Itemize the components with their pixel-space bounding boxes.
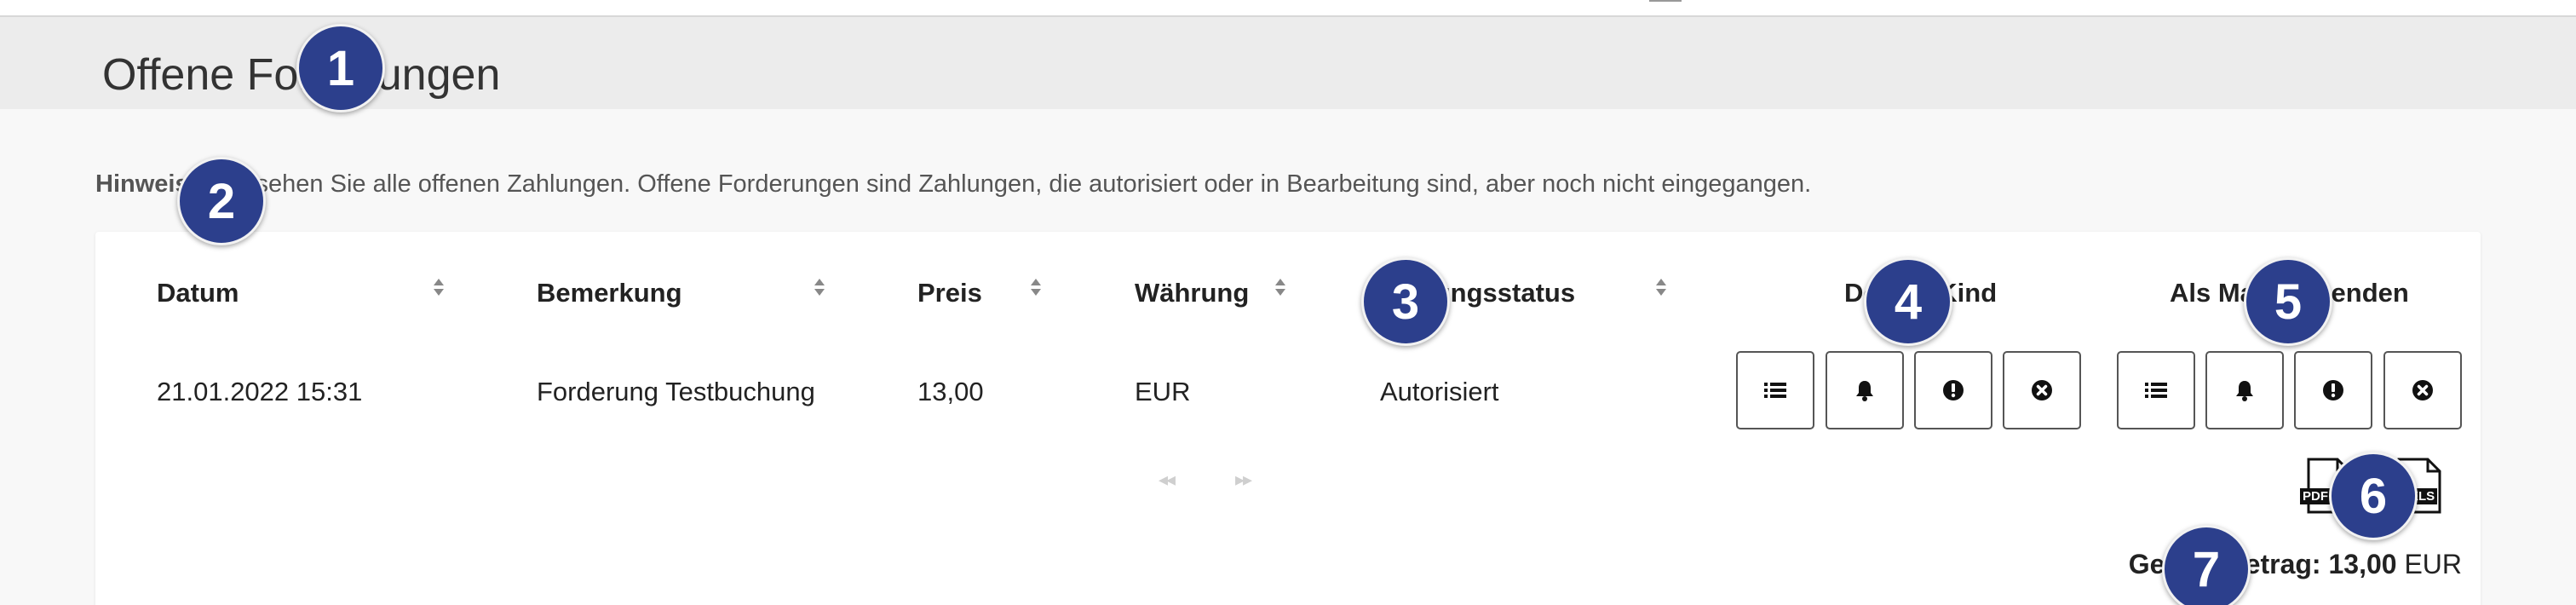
bell-icon — [2236, 381, 2253, 401]
info-notice: Hinweis: Hier sehen Sie alle offenen Zah… — [95, 170, 1811, 199]
annotation-marker-3: 3 — [1361, 257, 1450, 346]
exclamation-icon — [2323, 380, 2343, 400]
sort-icon[interactable] — [1274, 274, 1287, 302]
sort-icon[interactable] — [432, 274, 446, 302]
claims-table-card: Datum Bemerkung Preis Währung Zahlungsst… — [95, 232, 2481, 605]
exclamation-icon — [1943, 380, 1964, 400]
sort-icon[interactable] — [1654, 274, 1668, 302]
list-icon — [2145, 383, 2167, 398]
topbar-indicator — [1649, 0, 1682, 2]
mail-cancel-button[interactable] — [2383, 351, 2462, 429]
details-warning-button[interactable] — [1914, 351, 1992, 429]
list-icon — [1764, 383, 1786, 398]
notice-text: Hier sehen Sie alle offenen Zahlungen. O… — [204, 170, 1812, 198]
bell-icon — [1856, 381, 1873, 401]
annotation-marker-4: 4 — [1864, 257, 1952, 346]
total-currency: EUR — [2404, 549, 2462, 579]
mail-reminder-button[interactable] — [2205, 351, 2284, 429]
pager-next[interactable]: ▸▸ — [1235, 469, 1252, 491]
annotation-marker-1: 1 — [296, 24, 385, 112]
annotation-marker-7: 7 — [2162, 525, 2251, 605]
column-header-bemerkung[interactable]: Bemerkung — [537, 278, 682, 308]
page-header: Offene Forderungen — [0, 17, 2576, 109]
close-circle-icon — [2412, 380, 2433, 400]
cell-zahlungsstatus: Autorisiert — [1380, 377, 1499, 406]
annotation-marker-5: 5 — [2244, 257, 2332, 346]
column-header-waehrung[interactable]: Währung — [1135, 278, 1249, 308]
mail-warning-button[interactable] — [2294, 351, 2372, 429]
pager-previous[interactable]: ◂◂ — [1159, 469, 1176, 491]
pdf-label: PDF — [2300, 488, 2331, 504]
mail-list-button[interactable] — [2117, 351, 2195, 429]
cell-waehrung: EUR — [1135, 377, 1191, 406]
sort-icon[interactable] — [813, 274, 826, 302]
close-circle-icon — [2032, 380, 2052, 400]
cell-bemerkung: Forderung Testbuchung — [537, 377, 815, 406]
details-reminder-button[interactable] — [1826, 351, 1904, 429]
cell-preis: 13,00 — [917, 377, 984, 406]
column-header-preis[interactable]: Preis — [917, 278, 982, 308]
annotation-marker-2: 2 — [177, 157, 266, 245]
cell-datum: 21.01.2022 15:31 — [157, 377, 363, 406]
column-header-datum[interactable]: Datum — [157, 278, 239, 308]
annotation-marker-6: 6 — [2329, 452, 2418, 540]
total-value: 13,00 — [2328, 549, 2397, 579]
details-list-button[interactable] — [1736, 351, 1814, 429]
details-cancel-button[interactable] — [2003, 351, 2081, 429]
top-navigation-bar — [0, 0, 2576, 17]
sort-icon[interactable] — [1029, 274, 1043, 302]
